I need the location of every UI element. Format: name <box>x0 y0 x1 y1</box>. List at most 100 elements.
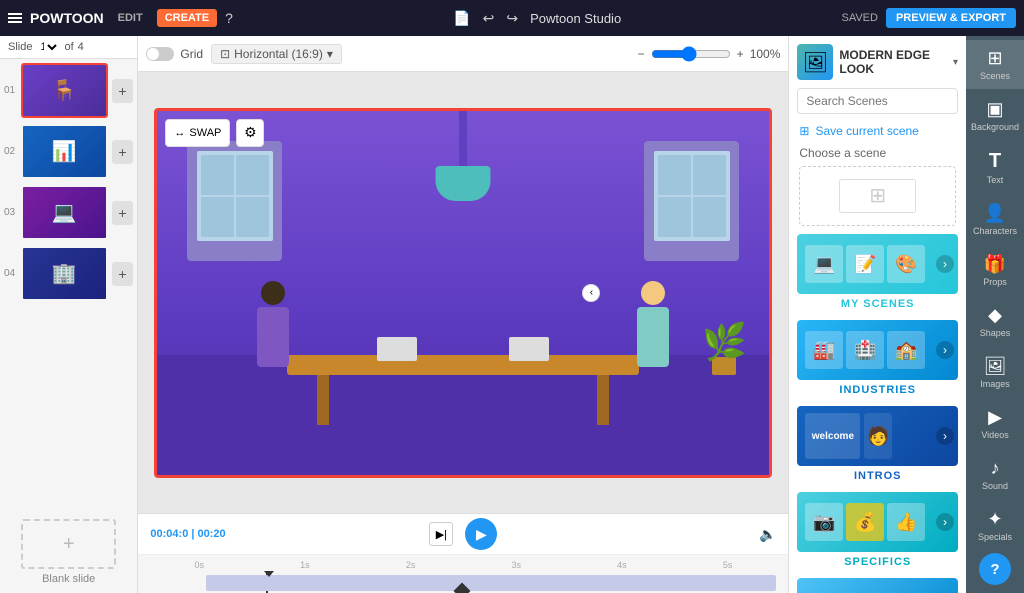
my-scenes-label: MY SCENES <box>797 296 958 312</box>
slide-thumb-3[interactable]: 💻 <box>21 185 108 240</box>
preview-export-button[interactable]: PREVIEW & EXPORT <box>886 8 1016 28</box>
scenes-rail-label: Scenes <box>980 71 1010 81</box>
my-scenes-banner[interactable]: 💻 📝 🎨 › <box>797 234 958 294</box>
text-icon: T <box>989 150 1001 173</box>
laptop-left <box>377 337 417 361</box>
rail-videos[interactable]: ▶ Videos <box>966 399 1024 448</box>
rail-background[interactable]: ▣ Background <box>966 91 1024 140</box>
category-specifics: 📷 💰 👍 › SPECIFICS <box>797 492 958 570</box>
rail-characters[interactable]: 👤 Characters <box>966 195 1024 244</box>
timeline-track[interactable]: 0s 1s 2s 3s 4s 5s 2 8 <box>138 554 788 593</box>
save-scene-button[interactable]: ⊞ Save current scene <box>789 120 966 142</box>
search-input[interactable] <box>798 90 958 112</box>
document-icon[interactable]: 📄 <box>453 10 470 27</box>
rail-sound[interactable]: ♪ Sound <box>966 450 1024 499</box>
canvas-controls: ↔ SWAP ⚙ <box>165 119 264 147</box>
choose-scene-label: Choose a scene <box>789 142 966 166</box>
slide-3-add-button[interactable]: + <box>112 201 134 225</box>
rail-specials[interactable]: ✦ Specials <box>966 501 1024 550</box>
scene-placeholder: ⊞ <box>799 166 956 226</box>
zoom-slider[interactable] <box>651 46 731 62</box>
app-logo: POWTOON <box>30 10 104 26</box>
slide-thumb-1[interactable]: 🪑 <box>21 63 108 118</box>
rail-images[interactable]: 🖼 Images <box>966 348 1024 397</box>
top-bar: POWTOON EDIT CREATE ? 📄 ↩ ↪ Powtoon Stud… <box>0 0 1024 36</box>
person-right <box>637 281 669 367</box>
time-display: 00:04:0 | 00:20 <box>150 528 225 540</box>
undo-icon[interactable]: ↩ <box>483 10 495 27</box>
zoom-value: 100% <box>750 47 781 61</box>
slide-thumb-4[interactable]: 🏢 <box>21 246 108 301</box>
step-frame-button[interactable]: ▶| <box>429 522 453 546</box>
specifics-thumbs: 📷 💰 👍 <box>805 503 950 541</box>
props-rail-label: Props <box>983 277 1007 287</box>
panel-collapse-button[interactable]: ‹ <box>582 284 600 302</box>
slide-num-4: 04 <box>4 268 17 279</box>
rail-shapes[interactable]: ◆ Shapes <box>966 297 1024 346</box>
rail-scenes[interactable]: ⊞ Scenes <box>966 40 1024 89</box>
industries-next[interactable]: › <box>936 341 954 359</box>
hamburger-menu[interactable] <box>8 13 22 23</box>
total-slides: 4 <box>78 41 84 53</box>
theme-dropdown-arrow[interactable]: ▾ <box>953 57 958 68</box>
swap-button[interactable]: ↔ SWAP <box>165 119 230 147</box>
volume-icon[interactable]: 🔈 <box>759 526 776 543</box>
scenes-scroll[interactable]: 💻 📝 🎨 › MY SCENES 🏭 🏥 🏫 › <box>789 234 966 593</box>
specifics-banner[interactable]: 📷 💰 👍 › <box>797 492 958 552</box>
my-scenes-thumbs: 💻 📝 🎨 <box>805 245 950 283</box>
ruler-2s: 2s <box>358 560 464 570</box>
slide-thumb-2[interactable]: 📊 <box>21 124 108 179</box>
slides-list: 01 🪑 + 02 📊 + 03 <box>0 59 137 511</box>
specials-rail-label: Specials <box>978 532 1012 542</box>
create-tab[interactable]: CREATE <box>157 9 217 27</box>
category-image-grids: › IMAGE GRIDS <box>797 578 958 593</box>
slide-number-select[interactable]: 1234 <box>36 40 60 54</box>
blank-slide-area[interactable]: + Blank slide <box>0 511 137 593</box>
person-right-torso <box>637 307 669 367</box>
orientation-button[interactable]: ⊡ Horizontal (16:9) ▾ <box>211 44 342 64</box>
theme-avatar: 🖼 <box>797 44 833 80</box>
icon-rail: ⊞ Scenes ▣ Background T Text 👤 Character… <box>966 36 1024 593</box>
saved-label: SAVED <box>841 12 877 24</box>
play-button[interactable]: ▶ <box>465 518 497 550</box>
timeline-cursor-head <box>264 571 274 577</box>
slide-1-add-button[interactable]: + <box>112 79 134 103</box>
specifics-label: SPECIFICS <box>797 554 958 570</box>
intros-banner[interactable]: welcome 🧑 › <box>797 406 958 466</box>
orientation-arrow: ▾ <box>327 47 333 61</box>
my-scenes-next[interactable]: › <box>936 255 954 273</box>
scenes-icon: ⊞ <box>987 48 1002 69</box>
help-button[interactable]: ? <box>979 553 1011 585</box>
industries-banner[interactable]: 🏭 🏥 🏫 › <box>797 320 958 380</box>
scene-table <box>287 355 639 375</box>
redo-icon[interactable]: ↪ <box>506 10 518 27</box>
rail-props[interactable]: 🎁 Props <box>966 246 1024 295</box>
image-grids-banner[interactable]: › <box>797 578 958 593</box>
person-left <box>257 281 289 367</box>
sound-rail-label: Sound <box>982 481 1008 491</box>
images-icon: 🖼 <box>984 356 1007 377</box>
theme-name: MODERN EDGE LOOK <box>839 48 947 76</box>
person-left-torso <box>257 307 289 367</box>
settings-button[interactable]: ⚙ <box>236 119 264 147</box>
specifics-next[interactable]: › <box>936 513 954 531</box>
zoom-plus[interactable]: + <box>737 47 744 61</box>
topbar-center: 📄 ↩ ↪ Powtoon Studio <box>241 10 834 27</box>
intros-next[interactable]: › <box>936 427 954 445</box>
rail-text[interactable]: T Text <box>966 142 1024 193</box>
canvas-frame[interactable]: 🌿 ↔ SWAP ⚙ <box>154 108 772 478</box>
timeline: 00:04:0 | 00:20 ▶| ▶ 🔈 0s 1s 2s 3s 4s 5s <box>138 513 788 593</box>
help-icon[interactable]: ? <box>225 10 233 26</box>
search-bar: 🔍 <box>797 88 958 114</box>
zoom-minus[interactable]: − <box>638 47 645 61</box>
grid-toggle[interactable] <box>146 47 174 61</box>
ruler-3s: 3s <box>463 560 569 570</box>
images-rail-label: Images <box>980 379 1010 389</box>
videos-rail-label: Videos <box>981 430 1008 440</box>
of-label: of <box>64 41 73 53</box>
grid-label: Grid <box>180 47 203 61</box>
slide-4-add-button[interactable]: + <box>112 262 134 286</box>
slide-2-add-button[interactable]: + <box>112 140 134 164</box>
scenes-panel: 🖼 MODERN EDGE LOOK ▾ 🔍 ⊞ Save current sc… <box>788 36 966 593</box>
edit-tab[interactable]: EDIT <box>112 12 149 24</box>
